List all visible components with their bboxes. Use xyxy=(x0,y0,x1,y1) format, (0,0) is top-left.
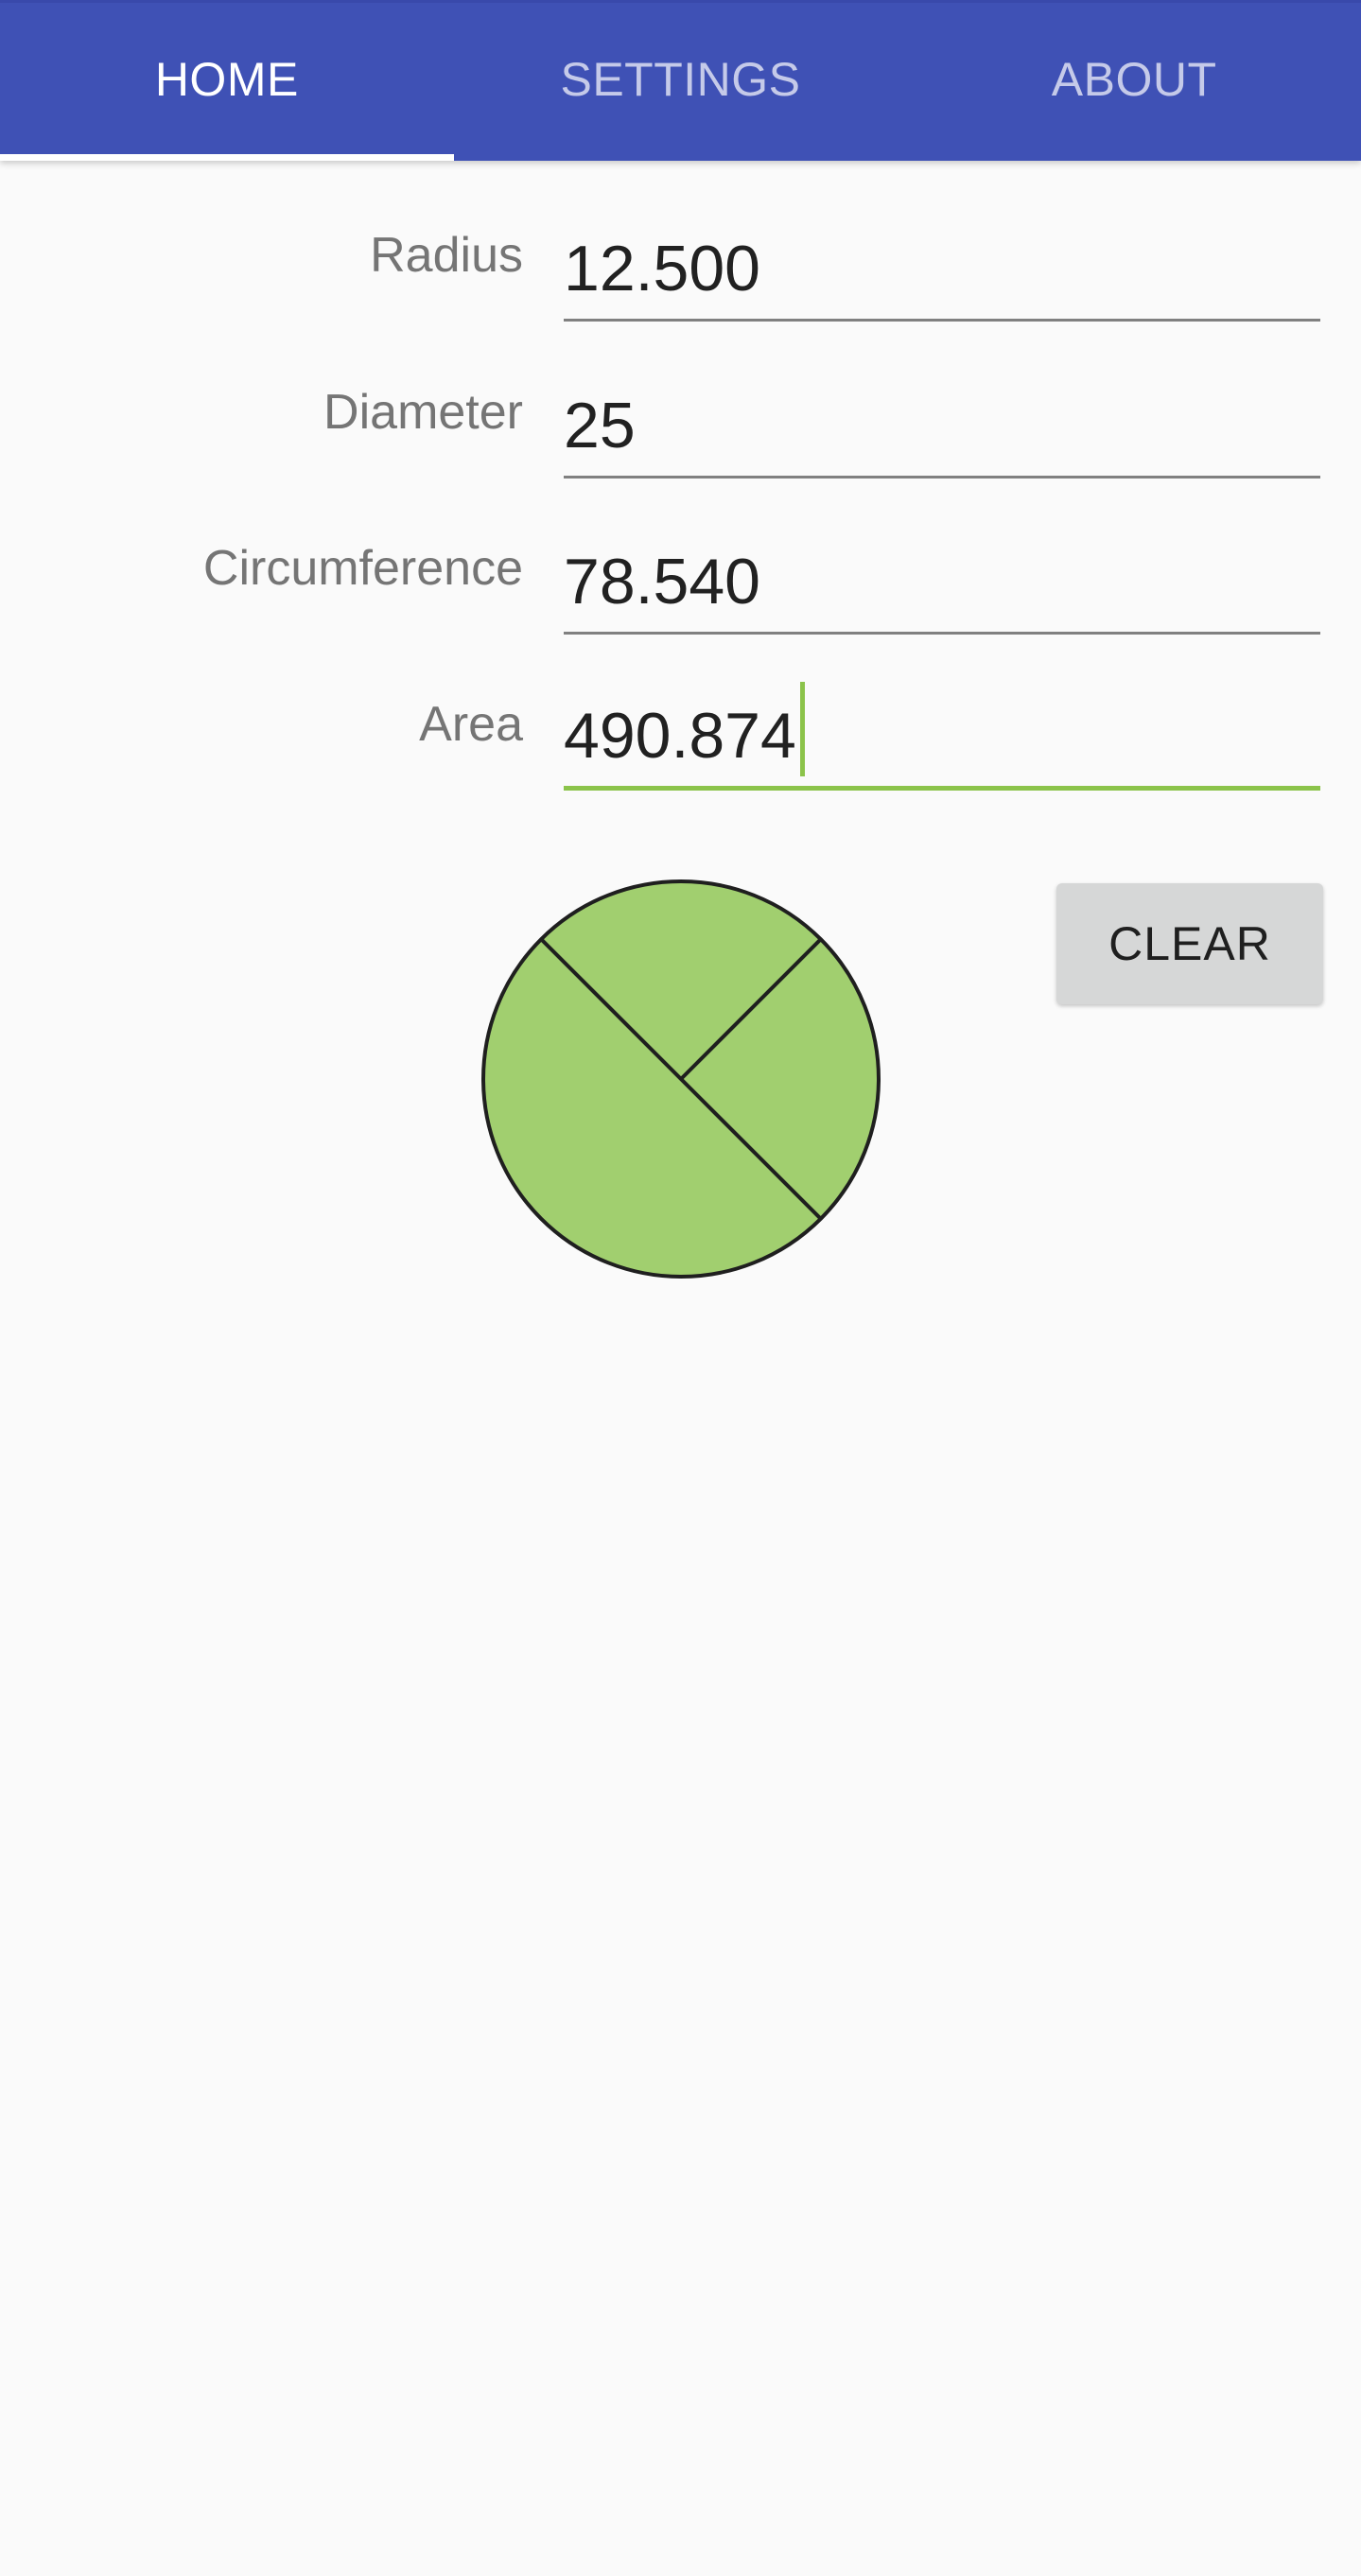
diameter-input[interactable] xyxy=(564,389,1320,462)
radius-input[interactable] xyxy=(564,232,1320,305)
circumference-field-container xyxy=(564,521,1320,635)
diameter-label: Diameter xyxy=(323,385,523,440)
circle-diagram xyxy=(481,879,881,1279)
tab-settings[interactable]: SETTINGS xyxy=(454,3,908,161)
diameter-row: Diameter xyxy=(0,337,1361,479)
tab-home[interactable]: HOME xyxy=(0,3,454,161)
area-input[interactable] xyxy=(564,699,1320,773)
tab-bar: HOME SETTINGS ABOUT xyxy=(0,0,1361,161)
radius-field-container xyxy=(564,208,1320,322)
clear-button[interactable]: CLEAR xyxy=(1056,883,1323,1004)
area-row: Area xyxy=(0,649,1361,791)
circumference-label: Circumference xyxy=(202,541,523,596)
text-caret xyxy=(800,682,805,776)
area-label: Area xyxy=(419,697,523,752)
diameter-field-container xyxy=(564,365,1320,479)
area-field-container xyxy=(564,677,1320,791)
circumference-input[interactable] xyxy=(564,545,1320,618)
radius-row: Radius xyxy=(0,180,1361,322)
radius-label: Radius xyxy=(370,228,523,283)
circumference-row: Circumference xyxy=(0,493,1361,635)
tab-about[interactable]: ABOUT xyxy=(907,3,1361,161)
